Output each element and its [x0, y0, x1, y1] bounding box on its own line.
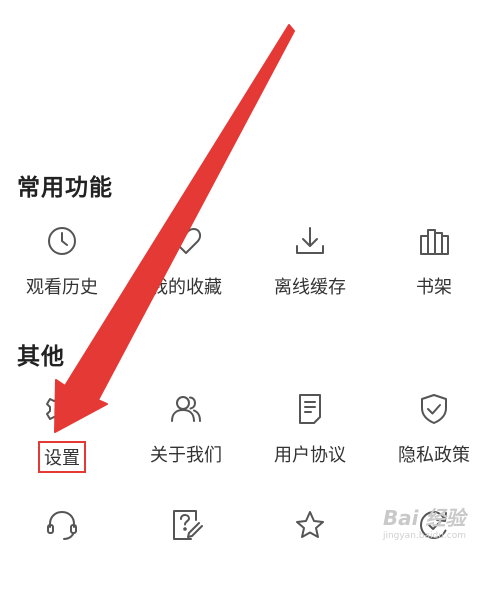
watermark-text: Bai 经验 [382, 506, 466, 530]
menu-item-user-agreement[interactable]: 用户协议 [248, 392, 372, 482]
download-icon [293, 224, 327, 258]
menu-item-rate[interactable] [248, 508, 372, 598]
shield-icon [417, 392, 451, 426]
menu-item-label: 关于我们 [150, 445, 222, 466]
menu-item-label: 观看历史 [26, 277, 98, 298]
gear-icon [45, 392, 79, 426]
document-icon [293, 392, 327, 426]
other-functions-row: 设置 关于我们 用户协议 隐私政策 [0, 392, 496, 482]
star-icon [293, 508, 327, 542]
baidu-watermark: Bai 经验 jingyan.baidu.com [383, 502, 466, 541]
menu-item-label: 我的收藏 [150, 277, 222, 298]
section-title-common: 常用功能 [17, 175, 113, 201]
menu-item-about-us[interactable]: 关于我们 [124, 392, 248, 482]
headset-icon [45, 508, 79, 542]
menu-item-offline-cache[interactable]: 离线缓存 [248, 224, 372, 314]
menu-item-label: 离线缓存 [274, 277, 346, 298]
menu-item-customer-service[interactable] [0, 508, 124, 598]
menu-item-feedback[interactable] [124, 508, 248, 598]
settings-label: 设置 [0, 441, 124, 473]
menu-item-favorites[interactable]: 我的收藏 [124, 224, 248, 314]
menu-item-bookshelf[interactable]: 书架 [372, 224, 496, 314]
menu-item-settings[interactable]: 设置 [0, 392, 124, 482]
clock-icon [45, 224, 79, 258]
common-functions-row: 观看历史 我的收藏 离线缓存 书架 [0, 224, 496, 314]
bookshelf-icon [417, 224, 451, 258]
users-icon [169, 392, 203, 426]
menu-item-label: 设置 [38, 441, 86, 473]
menu-item-label: 书架 [416, 277, 452, 298]
heart-icon [169, 224, 203, 258]
watermark-subtext: jingyan.baidu.com [382, 531, 466, 541]
menu-item-privacy-policy[interactable]: 隐私政策 [372, 392, 496, 482]
feedback-icon [169, 508, 203, 542]
menu-item-label: 用户协议 [274, 445, 346, 466]
section-title-other: 其他 [17, 344, 65, 370]
menu-item-watch-history[interactable]: 观看历史 [0, 224, 124, 314]
menu-item-label: 隐私政策 [398, 445, 470, 466]
